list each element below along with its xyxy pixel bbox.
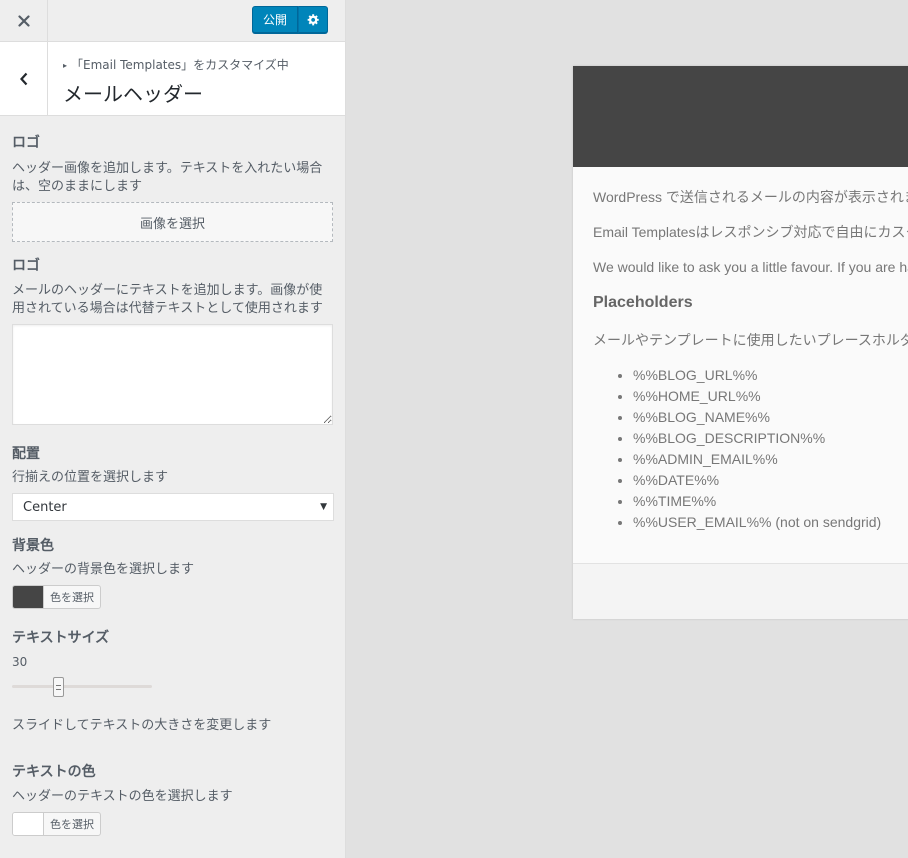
text-color-button-label: 色を選択 [50, 818, 94, 831]
list-item: %%DATE%% [633, 470, 908, 491]
placeholders-heading: Placeholders [593, 294, 693, 311]
list-item: %%USER_EMAIL%% (not on sendgrid) [633, 512, 908, 533]
customizer-topbar: 公開 [0, 0, 345, 42]
text-size-description: スライドしてテキストの大きさを変更します [12, 718, 272, 733]
section-header: ▸ 「Email Templates」をカスタマイズ中 メールヘッダー [0, 42, 345, 116]
chevron-left-icon [19, 72, 27, 85]
slider-track [12, 685, 152, 688]
color-swatch [13, 586, 44, 608]
bg-color-title: 背景色 [12, 538, 54, 554]
alignment-selected-value: Center [23, 499, 67, 515]
email-paragraph: Email Templatesはレスポンシブ対応で自由にカスタマイズできます。 [593, 224, 908, 240]
close-customizer-button[interactable] [0, 0, 48, 41]
section-title: メールヘッダー [63, 82, 203, 106]
list-item: %%ADMIN_EMAIL%% [633, 449, 908, 470]
email-footer [573, 563, 908, 619]
text-size-slider[interactable] [12, 675, 152, 699]
color-swatch [13, 813, 44, 835]
bg-color-control: 背景色 ヘッダーの背景色を選択します 色を選択 [12, 537, 333, 609]
list-item: %%BLOG_NAME%% [633, 407, 908, 428]
text-size-value: 30 [12, 655, 28, 669]
slider-handle[interactable] [53, 677, 64, 697]
text-color-description: ヘッダーのテキストの色を選択します [12, 789, 233, 804]
customizer-sidebar: 公開 ▸ 「Email Templates」をカスタマイズ中 メールヘッダー ロゴ… [0, 0, 346, 858]
bg-color-picker-button[interactable]: 色を選択 [12, 585, 101, 609]
list-item: %%BLOG_URL%% [633, 365, 908, 386]
text-color-control: テキストの色 ヘッダーのテキストの色を選択します 色を選択 [12, 763, 333, 836]
publish-button[interactable]: 公開 [252, 6, 299, 33]
logo-text-input[interactable] [12, 324, 333, 425]
placeholders-intro: メールやテンプレートに使用したいプレースホルダー [593, 332, 908, 348]
text-color-title: テキストの色 [12, 764, 96, 780]
publish-button-group: 公開 [252, 6, 329, 33]
logo-text-description: メールのヘッダーにテキストを追加します。画像が使用されている場合は代替テキストと… [12, 283, 323, 316]
gear-icon [307, 14, 319, 26]
select-image-button[interactable]: 画像を選択 [12, 202, 333, 242]
text-size-control: テキストサイズ 30 スライドしてテキストの大きさを変更します [12, 629, 333, 735]
breadcrumb: ▸ 「Email Templates」をカスタマイズ中 [63, 56, 289, 73]
breadcrumb-text: 「Email Templates」をカスタマイズ中 [71, 58, 289, 72]
back-button[interactable] [0, 42, 48, 115]
logo-text-title: ロゴ [12, 258, 40, 274]
logo-image-title: ロゴ [12, 135, 40, 151]
email-preview: WordPress で送信されるメールの内容が表示されます。 Email Tem… [573, 66, 908, 619]
dropdown-arrow-icon: ▼ [320, 502, 327, 512]
bg-color-button-label: 色を選択 [50, 591, 94, 604]
controls-panel: ロゴ ヘッダー画像を追加します。テキストを入れたい場合は、空のままにします 画像… [0, 116, 345, 836]
logo-image-control: ロゴ ヘッダー画像を追加します。テキストを入れたい場合は、空のままにします 画像… [12, 134, 333, 242]
bg-color-description: ヘッダーの背景色を選択します [12, 562, 195, 577]
list-item: %%HOME_URL%% [633, 386, 908, 407]
close-icon [17, 14, 30, 27]
text-size-title: テキストサイズ [12, 630, 110, 646]
list-item: %%TIME%% [633, 491, 908, 512]
email-header [573, 66, 908, 167]
alignment-control: 配置 行揃えの位置を選択します Center ▼ [12, 445, 334, 521]
email-paragraph: WordPress で送信されるメールの内容が表示されます。 [593, 189, 908, 205]
placeholder-list: %%BLOG_URL%% %%HOME_URL%% %%BLOG_NAME%% … [633, 365, 908, 533]
logo-text-control: ロゴ メールのヘッダーにテキストを追加します。画像が使用されている場合は代替テキ… [12, 257, 333, 425]
list-item: %%BLOG_DESCRIPTION%% [633, 428, 908, 449]
text-color-picker-button[interactable]: 色を選択 [12, 812, 101, 836]
email-body: WordPress で送信されるメールの内容が表示されます。 Email Tem… [573, 167, 908, 563]
logo-image-description: ヘッダー画像を追加します。テキストを入れたい場合は、空のままにします [12, 161, 323, 194]
publish-settings-button[interactable] [298, 6, 329, 33]
alignment-title: 配置 [12, 446, 40, 462]
alignment-select[interactable]: Center ▼ [12, 493, 334, 521]
preview-pane: WordPress で送信されるメールの内容が表示されます。 Email Tem… [346, 0, 908, 858]
triangle-right-icon: ▸ [63, 61, 68, 70]
alignment-description: 行揃えの位置を選択します [12, 470, 169, 485]
email-paragraph: We would like to ask you a little favour… [593, 259, 908, 275]
